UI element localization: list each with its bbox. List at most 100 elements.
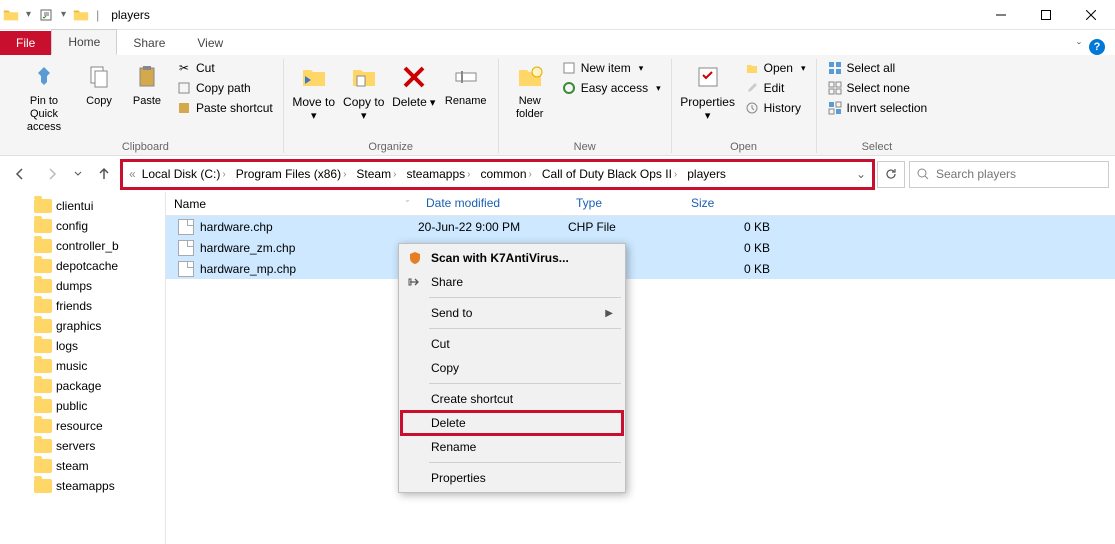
file-row[interactable]: hardware_zm.chp 0 KB	[166, 237, 1115, 258]
breadcrumb[interactable]: steamapps›	[402, 167, 474, 181]
select-all-icon	[827, 60, 843, 76]
folder-title-icon	[72, 6, 90, 24]
sidebar-item[interactable]: steam	[0, 456, 165, 476]
ribbon-group-new: New folder New item▾ Easy access▾ New	[499, 59, 672, 153]
breadcrumb[interactable]: players	[683, 167, 730, 181]
copy-button[interactable]: Copy	[76, 59, 122, 110]
copy-to-button[interactable]: Copy to ▾	[340, 59, 388, 125]
breadcrumb[interactable]: Steam›	[352, 167, 400, 181]
cut-button[interactable]: ✂Cut	[172, 59, 277, 77]
maximize-button[interactable]	[1023, 1, 1068, 29]
folder-icon	[34, 439, 52, 453]
file-row[interactable]: hardware.chp 20-Jun-22 9:00 PM CHP File …	[166, 216, 1115, 237]
move-to-button[interactable]: Move to ▾	[290, 59, 338, 125]
address-bar-row: « Local Disk (C:)› Program Files (x86)› …	[0, 156, 1115, 192]
close-button[interactable]	[1068, 1, 1113, 29]
search-box[interactable]	[909, 161, 1109, 188]
breadcrumb[interactable]: Program Files (x86)›	[232, 167, 351, 181]
breadcrumb[interactable]: common›	[477, 167, 536, 181]
file-icon	[178, 219, 194, 235]
open-button[interactable]: Open▾	[740, 59, 810, 77]
search-input[interactable]	[936, 167, 1102, 181]
ctx-copy[interactable]: Copy	[401, 356, 623, 380]
sidebar-item[interactable]: graphics	[0, 316, 165, 336]
forward-button[interactable]	[38, 160, 66, 188]
ribbon-group-select: Select all Select none Invert selection …	[817, 59, 938, 153]
address-bar[interactable]: « Local Disk (C:)› Program Files (x86)› …	[122, 161, 873, 188]
invert-selection-button[interactable]: Invert selection	[823, 99, 932, 117]
up-button[interactable]	[90, 160, 118, 188]
breadcrumb[interactable]: Call of Duty Black Ops II›	[538, 167, 681, 181]
properties-small-icon[interactable]	[37, 6, 55, 24]
rename-button[interactable]: Rename	[440, 59, 492, 110]
tab-file[interactable]: File	[0, 31, 51, 55]
ribbon-tabs: File Home Share View ˇ ?	[0, 30, 1115, 55]
sidebar-item[interactable]: public	[0, 396, 165, 416]
easy-access-button[interactable]: Easy access▾	[557, 79, 665, 97]
ctx-delete[interactable]: Delete	[401, 411, 623, 435]
sidebar-item[interactable]: music	[0, 356, 165, 376]
sidebar-item[interactable]: steamapps	[0, 476, 165, 496]
refresh-button[interactable]	[877, 161, 905, 188]
copy-path-button[interactable]: Copy path	[172, 79, 277, 97]
sidebar-item[interactable]: package	[0, 376, 165, 396]
sidebar-item[interactable]: depotcache	[0, 256, 165, 276]
folder-icon	[34, 279, 52, 293]
history-button[interactable]: History	[740, 99, 810, 117]
file-icon	[178, 240, 194, 256]
search-icon	[916, 167, 930, 181]
ctx-cut[interactable]: Cut	[401, 332, 623, 356]
sidebar-item[interactable]: clientui	[0, 196, 165, 216]
ctx-create-shortcut[interactable]: Create shortcut	[401, 387, 623, 411]
col-name[interactable]: Nameˇ	[166, 192, 418, 215]
recent-locations-button[interactable]	[70, 160, 86, 188]
tab-view[interactable]: View	[181, 31, 239, 55]
ctx-rename[interactable]: Rename	[401, 435, 623, 459]
sidebar-item[interactable]: logs	[0, 336, 165, 356]
select-all-button[interactable]: Select all	[823, 59, 932, 77]
file-row[interactable]: hardware_mp.chp 0 KB	[166, 258, 1115, 279]
move-to-icon	[298, 61, 330, 93]
sidebar-item[interactable]: controller_b	[0, 236, 165, 256]
ctx-sendto[interactable]: Send to▶	[401, 301, 623, 325]
select-none-button[interactable]: Select none	[823, 79, 932, 97]
paste-button[interactable]: Paste	[124, 59, 170, 110]
delete-button[interactable]: Delete ▾	[390, 59, 438, 112]
sidebar-item[interactable]: config	[0, 216, 165, 236]
paste-shortcut-button[interactable]: Paste shortcut	[172, 99, 277, 117]
folder-icon	[34, 339, 52, 353]
edit-button[interactable]: Edit	[740, 79, 810, 97]
new-item-button[interactable]: New item▾	[557, 59, 665, 77]
properties-button[interactable]: Properties ▾	[678, 59, 738, 125]
sidebar-item[interactable]: servers	[0, 436, 165, 456]
quickaccess-dropdown-icon[interactable]: ▾	[22, 9, 35, 20]
history-crumb-icon[interactable]: «	[129, 167, 136, 181]
sidebar-item[interactable]: friends	[0, 296, 165, 316]
back-button[interactable]	[6, 160, 34, 188]
tab-share[interactable]: Share	[117, 31, 181, 55]
ctx-properties[interactable]: Properties	[401, 466, 623, 490]
delete-x-icon	[398, 61, 430, 93]
col-size[interactable]: Size	[683, 192, 778, 215]
new-folder-button[interactable]: New folder	[505, 59, 555, 123]
tab-home[interactable]: Home	[51, 29, 117, 55]
col-type[interactable]: Type	[568, 192, 683, 215]
sidebar-item[interactable]: dumps	[0, 276, 165, 296]
ctx-share[interactable]: Share	[401, 270, 623, 294]
minimize-button[interactable]	[978, 1, 1023, 29]
col-date[interactable]: Date modified	[418, 192, 568, 215]
folder-icon	[34, 219, 52, 233]
scissors-icon: ✂	[176, 60, 192, 76]
pin-quickaccess-button[interactable]: Pin to Quick access	[14, 59, 74, 137]
ctx-scan[interactable]: Scan with K7AntiVirus...	[401, 246, 623, 270]
edit-icon	[744, 80, 760, 96]
sidebar-item[interactable]: resource	[0, 416, 165, 436]
titlebar-dropdown-icon[interactable]: ▾	[57, 9, 70, 20]
collapse-ribbon-icon[interactable]: ˇ	[1077, 40, 1081, 54]
breadcrumb[interactable]: Local Disk (C:)›	[138, 167, 230, 181]
paste-icon	[131, 61, 163, 93]
window-title: players	[111, 8, 150, 22]
folder-icon	[34, 459, 52, 473]
help-icon[interactable]: ?	[1089, 39, 1105, 55]
address-dropdown-icon[interactable]: ⌄	[856, 167, 866, 181]
